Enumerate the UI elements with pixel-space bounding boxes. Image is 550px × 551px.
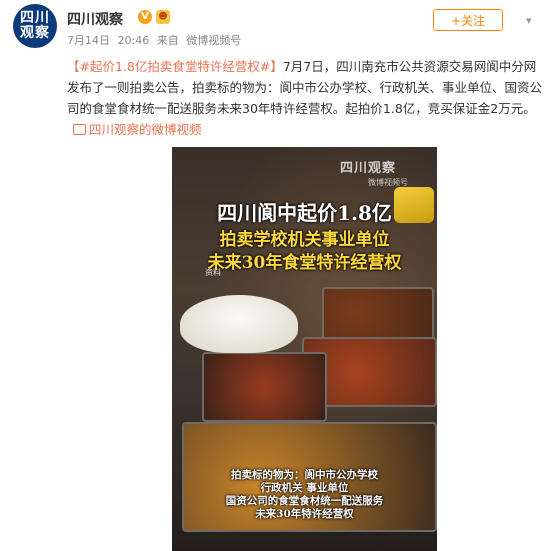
- post-source: 微博视频号: [186, 34, 242, 47]
- post-time[interactable]: 20:46: [118, 34, 150, 47]
- verified-icon: V: [138, 10, 152, 24]
- video-icon: [73, 124, 86, 135]
- material-label: 资料: [205, 268, 221, 277]
- rice-image: [180, 295, 298, 353]
- video-caption-line2: 行政机关 事业单位: [260, 482, 349, 494]
- video-source-label: 四川观察的微博视频: [89, 122, 202, 137]
- video-caption-line4: 未来30年特许经营权: [255, 508, 354, 520]
- post-meta: 7月14日 20:46 来自 微博视频号: [67, 32, 245, 48]
- post-header: 四川 观察 四川观察 V ☻ 7月14日 20:46 来自 微博视频号 +关注 …: [0, 0, 550, 60]
- avatar-text-bottom: 观察: [20, 25, 50, 41]
- video-source-link[interactable]: 四川观察的微博视频: [67, 122, 202, 137]
- author-name[interactable]: 四川观察: [67, 9, 123, 29]
- video-caption-line1: 拍卖标的物为：阆中市公办学校: [231, 469, 378, 481]
- hashtag-link[interactable]: 【#起价1.8亿拍卖食堂特许经营权#】: [67, 59, 283, 74]
- avatar-text-top: 四川: [20, 10, 50, 26]
- food-tray: [202, 352, 327, 422]
- follow-button[interactable]: +关注: [433, 9, 503, 31]
- avatar[interactable]: 四川 观察: [13, 4, 57, 48]
- video-title-line2: 拍卖学校机关事业单位: [219, 230, 390, 250]
- member-badge-icon: ☻: [156, 10, 170, 24]
- chevron-down-icon[interactable]: ▾: [526, 14, 532, 27]
- video-title-line1: 四川阆中起价1.8亿: [217, 201, 392, 225]
- video-player[interactable]: 四川观察 微博视频号 四川阆中起价1.8亿 拍卖学校机关事业单位 未来30年食堂…: [172, 147, 437, 551]
- from-label: 来自: [156, 34, 179, 47]
- post-text: 【#起价1.8亿拍卖食堂特许经营权#】7月7日，四川南充市公共资源交易网阆中分网…: [67, 56, 545, 140]
- post-date[interactable]: 7月14日: [67, 34, 110, 47]
- video-caption-line3: 国资公司的食堂食材统一配送服务: [225, 495, 384, 507]
- channel-logo: 四川观察: [340, 161, 397, 176]
- weibo-watermark: 微博视频号: [368, 178, 408, 187]
